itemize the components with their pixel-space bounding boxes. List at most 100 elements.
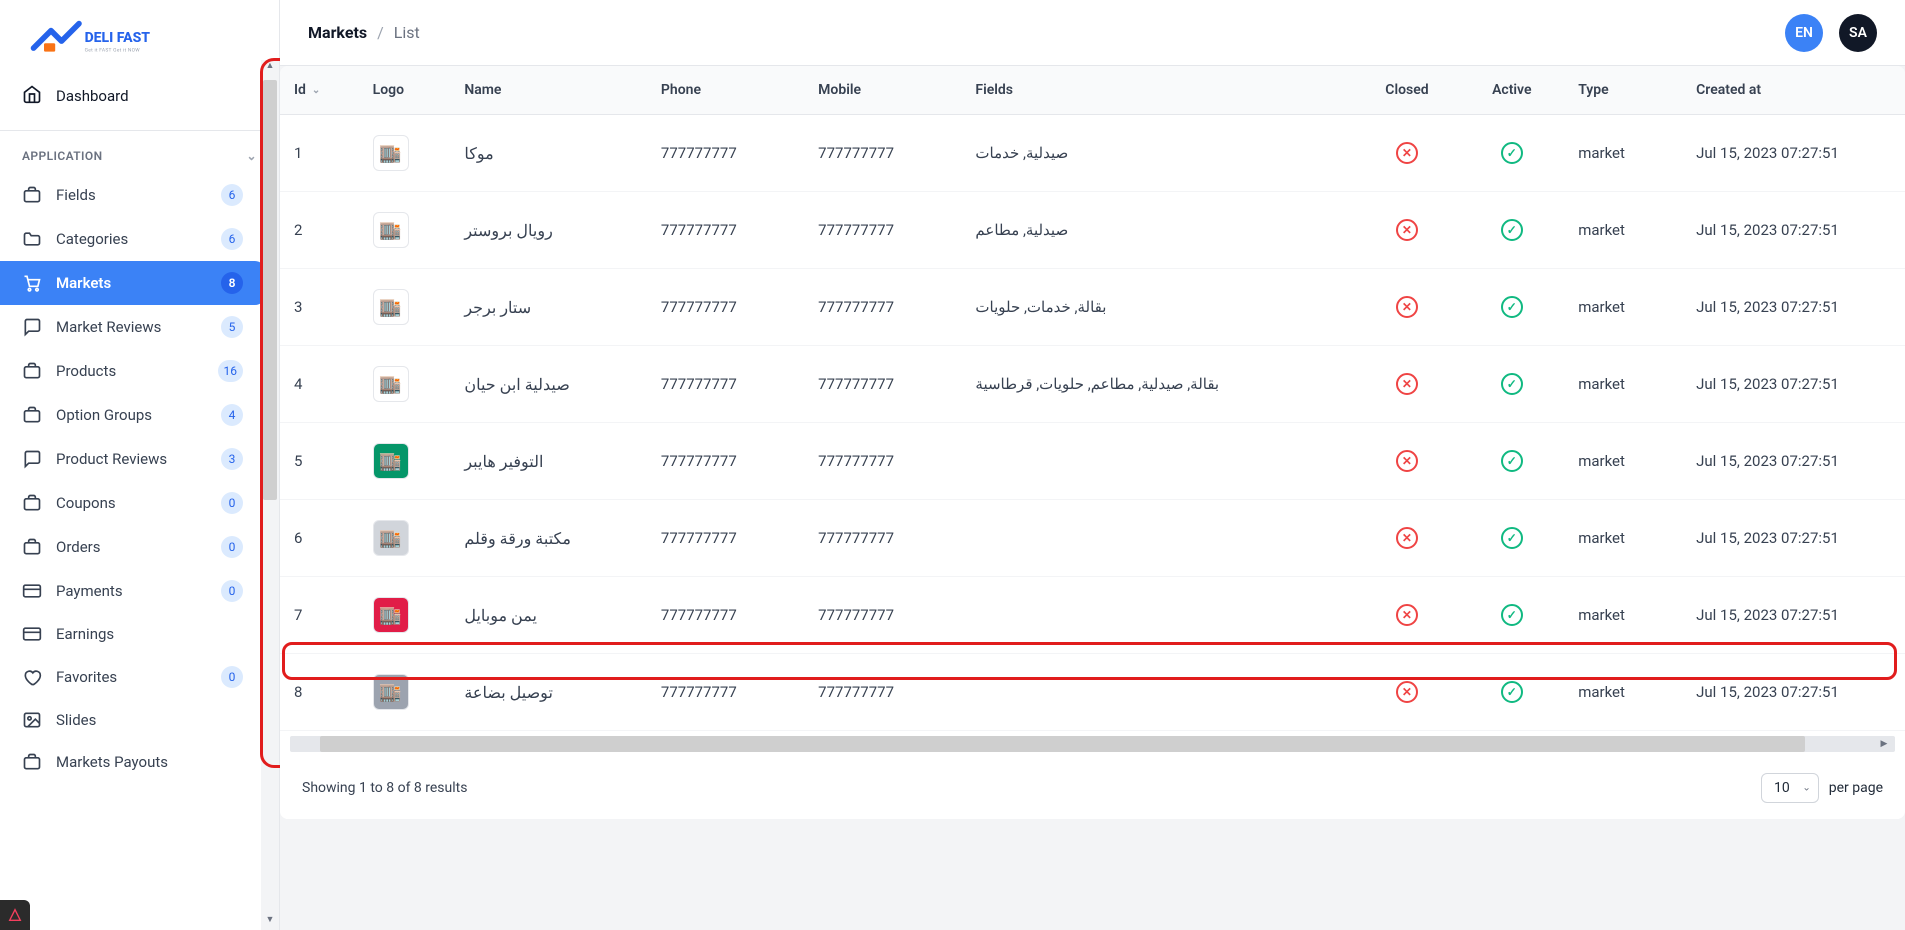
active-true-icon: ✓ bbox=[1501, 296, 1523, 318]
cell-created: Jul 15, 2023 07:27:51 bbox=[1682, 115, 1905, 192]
sidebar-item-markets[interactable]: Markets8 bbox=[0, 261, 265, 305]
closed-false-icon: ✕ bbox=[1396, 296, 1418, 318]
cell-active: ✓ bbox=[1459, 192, 1564, 269]
scroll-right-icon[interactable]: ▶ bbox=[1875, 731, 1893, 757]
cell-phone: 777777777 bbox=[647, 346, 804, 423]
debug-badge-icon[interactable] bbox=[0, 900, 30, 930]
sidebar-item-categories[interactable]: Categories6 bbox=[0, 217, 265, 261]
sidebar-item-label: Payments bbox=[56, 582, 207, 600]
cell-id: 6 bbox=[280, 500, 359, 577]
sidebar-item-coupons[interactable]: Coupons0 bbox=[0, 481, 265, 525]
table-row[interactable]: 1🏬موكا777777777777777777صيدلية, خدمات✕✓m… bbox=[280, 115, 1905, 192]
sidebar-item-orders[interactable]: Orders 0 bbox=[0, 525, 265, 569]
sidebar-item-badge: 0 bbox=[221, 536, 243, 558]
sidebar-item-badge: 5 bbox=[221, 316, 243, 338]
cell-logo: 🏬 bbox=[359, 654, 451, 731]
sidebar-item-markets-payouts[interactable]: Markets Payouts bbox=[0, 741, 265, 783]
col-active[interactable]: Active bbox=[1459, 66, 1564, 115]
sidebar-item-market-reviews[interactable]: Market Reviews5 bbox=[0, 305, 265, 349]
closed-false-icon: ✕ bbox=[1396, 527, 1418, 549]
cell-logo: 🏬 bbox=[359, 115, 451, 192]
cell-phone: 777777777 bbox=[647, 192, 804, 269]
col-type[interactable]: Type bbox=[1564, 66, 1682, 115]
sidebar-item-badge: 0 bbox=[221, 580, 243, 602]
table-row[interactable]: 3🏬ستار برجر777777777777777777بقالة, خدما… bbox=[280, 269, 1905, 346]
cell-name: توصيل بضاعة bbox=[450, 654, 647, 731]
scroll-thumb[interactable] bbox=[320, 736, 1805, 752]
table-header-row: Id ⌄ Logo Name Phone Mobile Fields Close… bbox=[280, 66, 1905, 115]
col-id[interactable]: Id ⌄ bbox=[280, 66, 359, 115]
table-horizontal-scrollbar[interactable]: ◀ ▶ bbox=[280, 731, 1905, 757]
table-row[interactable]: 4🏬صيدلية ابن حيان777777777777777777بقالة… bbox=[280, 346, 1905, 423]
chevron-down-icon: ⌄ bbox=[247, 149, 257, 163]
col-mobile[interactable]: Mobile bbox=[804, 66, 961, 115]
table-row[interactable]: 5🏬التوفير هايبر777777777777777777✕✓marke… bbox=[280, 423, 1905, 500]
scroll-up-icon[interactable]: ▲ bbox=[261, 60, 279, 76]
col-closed[interactable]: Closed bbox=[1355, 66, 1460, 115]
sidebar-item-option-groups[interactable]: Option Groups4 bbox=[0, 393, 265, 437]
closed-false-icon: ✕ bbox=[1396, 219, 1418, 241]
col-created[interactable]: Created at bbox=[1682, 66, 1905, 115]
sidebar-item-earnings[interactable]: Earnings bbox=[0, 613, 265, 655]
table-row[interactable]: 7🏬يمن موبايل777777777777777777✕✓marketJu… bbox=[280, 577, 1905, 654]
col-fields[interactable]: Fields bbox=[961, 66, 1354, 115]
avatar[interactable]: SA bbox=[1839, 14, 1877, 52]
breadcrumb-main[interactable]: Markets bbox=[308, 23, 367, 42]
cell-logo: 🏬 bbox=[359, 192, 451, 269]
sidebar-item-badge: 0 bbox=[221, 492, 243, 514]
cell-fields: صيدلية, خدمات bbox=[961, 115, 1354, 192]
sidebar-item-fields[interactable]: Fields6 bbox=[0, 173, 265, 217]
market-logo-icon: 🏬 bbox=[373, 674, 409, 710]
cell-active: ✓ bbox=[1459, 115, 1564, 192]
svg-text:Get it FAST Get it NOW: Get it FAST Get it NOW bbox=[85, 48, 141, 54]
per-page-select[interactable]: 10 bbox=[1761, 773, 1819, 803]
cell-created: Jul 15, 2023 07:27:51 bbox=[1682, 654, 1905, 731]
cell-phone: 777777777 bbox=[647, 423, 804, 500]
sidebar-item-label: Slides bbox=[56, 711, 243, 729]
topbar: Markets / List EN SA bbox=[280, 0, 1905, 66]
language-switcher[interactable]: EN bbox=[1785, 14, 1823, 52]
sidebar-item-products[interactable]: Products16 bbox=[0, 349, 265, 393]
sidebar-item-label: Dashboard bbox=[56, 87, 129, 105]
table-row[interactable]: 8🏬توصيل بضاعة777777777777777777✕✓marketJ… bbox=[280, 654, 1905, 731]
sidebar-scrollbar[interactable]: ▲ ▼ bbox=[261, 60, 279, 930]
sidebar-item-label: Orders bbox=[56, 538, 207, 556]
scroll-down-icon[interactable]: ▼ bbox=[261, 914, 279, 930]
cell-closed: ✕ bbox=[1355, 115, 1460, 192]
col-logo[interactable]: Logo bbox=[359, 66, 451, 115]
cell-fields bbox=[961, 500, 1354, 577]
cell-fields bbox=[961, 654, 1354, 731]
table-row[interactable]: 6🏬مكتبة ورقة وقلم777777777777777777✕✓mar… bbox=[280, 500, 1905, 577]
cell-id: 5 bbox=[280, 423, 359, 500]
cell-id: 4 bbox=[280, 346, 359, 423]
scroll-thumb[interactable] bbox=[263, 80, 277, 500]
cart-icon bbox=[22, 273, 42, 293]
col-name[interactable]: Name bbox=[450, 66, 647, 115]
sidebar-item-badge: 3 bbox=[221, 448, 243, 470]
active-true-icon: ✓ bbox=[1501, 681, 1523, 703]
cell-active: ✓ bbox=[1459, 423, 1564, 500]
per-page-label: per page bbox=[1829, 780, 1883, 796]
sidebar-section-application[interactable]: APPLICATION ⌄ bbox=[0, 139, 279, 173]
cell-active: ✓ bbox=[1459, 577, 1564, 654]
sidebar-item-label: Categories bbox=[56, 230, 207, 248]
sidebar-item-badge: 6 bbox=[221, 184, 243, 206]
sidebar-item-favorites[interactable]: Favorites0 bbox=[0, 655, 265, 699]
cell-created: Jul 15, 2023 07:27:51 bbox=[1682, 577, 1905, 654]
cell-mobile: 777777777 bbox=[804, 192, 961, 269]
cell-name: صيدلية ابن حيان bbox=[450, 346, 647, 423]
main: Markets / List EN SA bbox=[280, 0, 1905, 930]
cell-type: market bbox=[1564, 423, 1682, 500]
cell-active: ✓ bbox=[1459, 500, 1564, 577]
cell-phone: 777777777 bbox=[647, 577, 804, 654]
col-phone[interactable]: Phone bbox=[647, 66, 804, 115]
table-footer: Showing 1 to 8 of 8 results 10 ⌄ per pag… bbox=[280, 757, 1905, 819]
sidebar-item-slides[interactable]: Slides bbox=[0, 699, 265, 741]
cell-name: التوفير هايبر bbox=[450, 423, 647, 500]
sidebar-item-product-reviews[interactable]: Product Reviews3 bbox=[0, 437, 265, 481]
brand-logo[interactable]: DELI FAST Get it FAST Get it NOW bbox=[0, 0, 279, 70]
sidebar-item-payments[interactable]: Payments 0 bbox=[0, 569, 265, 613]
sidebar-item-dashboard[interactable]: Dashboard bbox=[0, 70, 279, 122]
table-row[interactable]: 2🏬رويال بروستر777777777777777777صيدلية, … bbox=[280, 192, 1905, 269]
cell-mobile: 777777777 bbox=[804, 577, 961, 654]
